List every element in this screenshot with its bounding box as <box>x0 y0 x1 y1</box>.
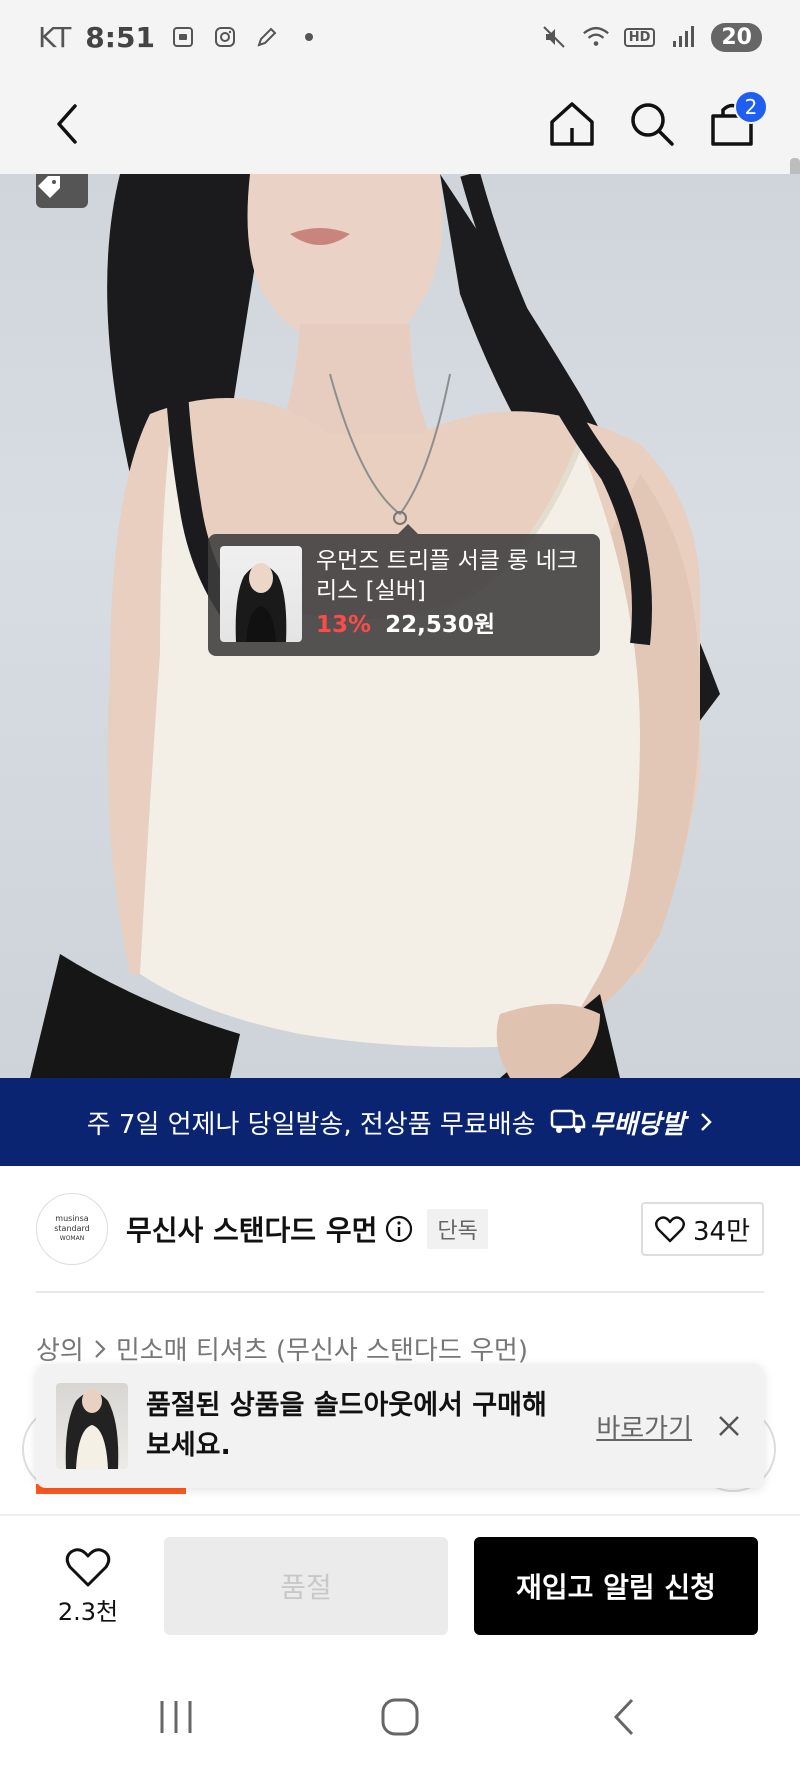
brand-logo[interactable]: musinsa standard WOMAN <box>36 1193 108 1265</box>
cart-count-badge: 2 <box>734 90 768 124</box>
carrier-label: KT <box>38 20 72 54</box>
toast-close-button[interactable] <box>714 1411 744 1441</box>
home-nav-icon <box>381 1698 419 1736</box>
brand-like-count: 34만 <box>692 1216 750 1247</box>
soldout-label: 품절 <box>280 1571 332 1604</box>
toast-go-link[interactable]: 바로가기 <box>596 1408 692 1445</box>
banner-logo: 무배당발 <box>550 1104 686 1141</box>
heart-icon <box>65 1547 111 1586</box>
dot-icon <box>295 23 323 51</box>
brand-name[interactable]: 무신사 스탠다드 우먼 <box>126 1209 377 1249</box>
truck-icon <box>550 1109 585 1133</box>
breadcrumb: 상의 민소매 티셔츠 (무신사 스탠다드 우먼) <box>36 1330 528 1367</box>
back-icon <box>57 104 77 144</box>
info-icon[interactable] <box>385 1215 413 1243</box>
heart-icon <box>655 1216 685 1243</box>
instagram-icon <box>211 23 239 51</box>
home-icon <box>550 102 594 146</box>
wifi-icon <box>582 23 610 51</box>
restock-label: 재입고 알림 신청 <box>516 1571 716 1604</box>
bottom-action-bar: 2.3천 품절 재입고 알림 신청 <box>0 1516 800 1656</box>
status-left: KT 8:51 <box>38 21 323 54</box>
tag-button[interactable] <box>36 174 88 208</box>
banner-logo-label: 무배당발 <box>589 1109 686 1140</box>
hd-icon: HD <box>623 27 656 47</box>
wishlist-button[interactable]: 2.3천 <box>36 1546 140 1627</box>
screenshot-icon <box>169 23 197 51</box>
signal-icon <box>669 23 697 51</box>
chevron-right-icon <box>701 1113 713 1131</box>
toast-thumbnail <box>56 1383 128 1469</box>
brand-logo-line2: standard <box>54 1224 90 1233</box>
product-tag-tooltip[interactable]: 우먼즈 트리플 서클 롱 네크리스 [실버] 13% 22,530원 <box>208 524 600 656</box>
mute-icon <box>540 23 568 51</box>
brand-logo-line3: WOMAN <box>59 1235 85 1242</box>
system-back-button[interactable] <box>584 1682 664 1752</box>
wishlist-count: 2.3천 <box>57 1597 119 1626</box>
soldout-button: 품절 <box>164 1537 448 1635</box>
brand-logo-line1: musinsa <box>55 1214 89 1223</box>
battery-indicator: 20 <box>711 22 762 52</box>
back-button[interactable] <box>40 96 96 152</box>
pen-icon <box>253 23 281 51</box>
tooltip-pointer <box>398 524 418 534</box>
tooltip-discount: 13% <box>316 612 372 638</box>
status-right: HD 20 <box>540 22 762 52</box>
system-nav-bar <box>0 1656 800 1778</box>
tooltip-text: 우먼즈 트리플 서클 롱 네크리스 [실버] 13% 22,530원 <box>316 546 578 644</box>
status-bar: KT 8:51 HD 20 <box>0 0 800 74</box>
system-home-button[interactable] <box>360 1682 440 1752</box>
brand-row: musinsa standard WOMAN 무신사 스탠다드 우먼 단독 34… <box>0 1166 800 1292</box>
recent-apps-icon <box>160 1701 192 1733</box>
tooltip-product-name: 우먼즈 트리플 서클 롱 네크리스 [실버] <box>316 548 579 604</box>
clock: 8:51 <box>85 20 155 54</box>
toast-message: 품절된 상품을 솔드아웃에서 구매해보세요. <box>146 1390 547 1461</box>
home-button[interactable] <box>542 94 602 154</box>
banner-text: 주 7일 언제나 당일발송, 전상품 무료배송 <box>86 1109 536 1140</box>
shipping-banner[interactable]: 주 7일 언제나 당일발송, 전상품 무료배송 무배당발 <box>0 1078 800 1166</box>
search-icon <box>631 103 674 146</box>
brand-like-button[interactable]: 34만 <box>640 1202 764 1256</box>
breadcrumb-category[interactable]: 상의 <box>36 1330 84 1367</box>
breadcrumb-subcategory[interactable]: 민소매 티셔츠 (무신사 스탠다드 우먼) <box>116 1330 528 1367</box>
app-header: 2 <box>0 74 800 258</box>
tooltip-price: 22,530원 <box>385 612 495 638</box>
product-image[interactable]: 우먼즈 트리플 서클 롱 네크리스 [실버] 13% 22,530원 <box>0 174 800 1078</box>
recent-apps-button[interactable] <box>136 1682 216 1752</box>
exclusive-badge: 단독 <box>427 1209 488 1249</box>
tooltip-thumbnail <box>220 546 302 642</box>
back-nav-icon <box>613 1698 634 1736</box>
chevron-right-icon <box>95 1339 106 1358</box>
tooltip-price-row: 13% 22,530원 <box>316 610 578 640</box>
search-button[interactable] <box>622 94 682 154</box>
restock-alert-button[interactable]: 재입고 알림 신청 <box>474 1537 758 1635</box>
tag-icon <box>38 176 60 198</box>
close-icon <box>719 1416 739 1436</box>
divider <box>36 1291 764 1293</box>
soldout-toast: 품절된 상품을 솔드아웃에서 구매해보세요. 바로가기 <box>36 1364 764 1488</box>
cart-button[interactable]: 2 <box>702 90 768 154</box>
